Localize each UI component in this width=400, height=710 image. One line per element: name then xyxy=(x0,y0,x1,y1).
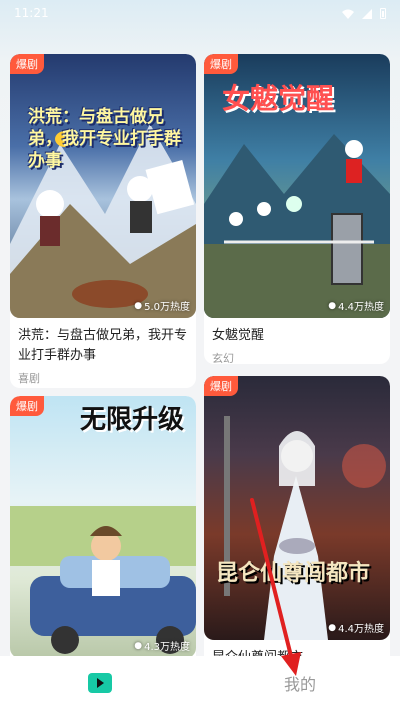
drama-title[interactable]: 女魃觉醒 xyxy=(204,318,390,346)
heat-count: ● 4.4万热度 xyxy=(328,622,384,636)
cover-artwork xyxy=(224,416,386,640)
drama-cover[interactable]: 爆剧 洪荒：与盘古做兄弟，我开专业打手群办事 ● 5.0万热度 xyxy=(10,54,196,318)
hot-tag: 爆剧 xyxy=(204,54,238,74)
drama-card[interactable]: 爆剧 女魃觉醒 ● 4.4万热度 女魃觉醒 玄幻 xyxy=(204,54,390,364)
hot-tag: 爆剧 xyxy=(10,54,44,74)
heat-count: ● 5.0万热度 xyxy=(134,300,190,314)
hot-tag: 爆剧 xyxy=(204,376,238,396)
drama-card[interactable]: 爆剧 昆仑仙尊闯都市 ● 4.4万热度 昆仑仙尊闯都市 xyxy=(204,376,390,656)
drama-genre: 玄幻 xyxy=(212,352,234,364)
fire-icon: ● xyxy=(134,640,143,651)
wifi-icon xyxy=(342,8,354,19)
drama-cover[interactable]: 爆剧 无限升级 ● 4.3万热度 xyxy=(10,396,196,656)
fire-icon: ● xyxy=(328,300,337,311)
bottom-tab-bar: 我的 xyxy=(0,656,400,710)
signal-icon xyxy=(362,8,372,19)
cover-title-text: 昆仑仙尊闯都市 xyxy=(216,561,371,586)
cover-title-text: 女魃觉醒 xyxy=(222,82,335,115)
fire-icon: ● xyxy=(328,622,337,633)
drama-genre: 喜剧 xyxy=(18,372,40,385)
tab-me-label[interactable]: 我的 xyxy=(284,671,316,695)
tab-me[interactable]: 我的 xyxy=(200,656,400,710)
drama-cover[interactable]: 爆剧 女魃觉醒 ● 4.4万热度 xyxy=(204,54,390,318)
tab-home[interactable] xyxy=(0,656,200,710)
heat-count: ● 4.4万热度 xyxy=(328,300,384,314)
drama-feed[interactable]: 爆剧 洪荒：与盘古做兄弟，我开专业打手群办事 ● 5.0万热度 洪荒：与盘古做兄… xyxy=(0,48,400,656)
fire-icon: ● xyxy=(134,300,143,311)
drama-title[interactable]: 昆仑仙尊闯都市 xyxy=(204,640,390,656)
status-time: 11:21 xyxy=(14,6,49,20)
cover-artwork xyxy=(10,124,196,318)
status-icons xyxy=(342,7,386,19)
drama-title[interactable]: 洪荒：与盘古做兄弟，我开专业打手群办事 xyxy=(10,318,196,366)
tv-play-icon[interactable] xyxy=(88,673,112,693)
hot-tag: 爆剧 xyxy=(10,396,44,416)
cover-title-text: 无限升级 xyxy=(80,405,185,435)
drama-cover[interactable]: 爆剧 昆仑仙尊闯都市 ● 4.4万热度 xyxy=(204,376,390,640)
status-bar: 11:21 xyxy=(0,0,400,26)
battery-icon xyxy=(380,7,386,19)
cover-title-text: 洪荒：与盘古做兄弟，我开专业打手群办事 xyxy=(28,107,181,171)
drama-card[interactable]: 爆剧 洪荒：与盘古做兄弟，我开专业打手群办事 ● 5.0万热度 洪荒：与盘古做兄… xyxy=(10,54,196,388)
heat-count: ● 4.3万热度 xyxy=(134,640,190,654)
drama-card[interactable]: 爆剧 无限升级 ● 4.3万热度 xyxy=(10,396,196,656)
